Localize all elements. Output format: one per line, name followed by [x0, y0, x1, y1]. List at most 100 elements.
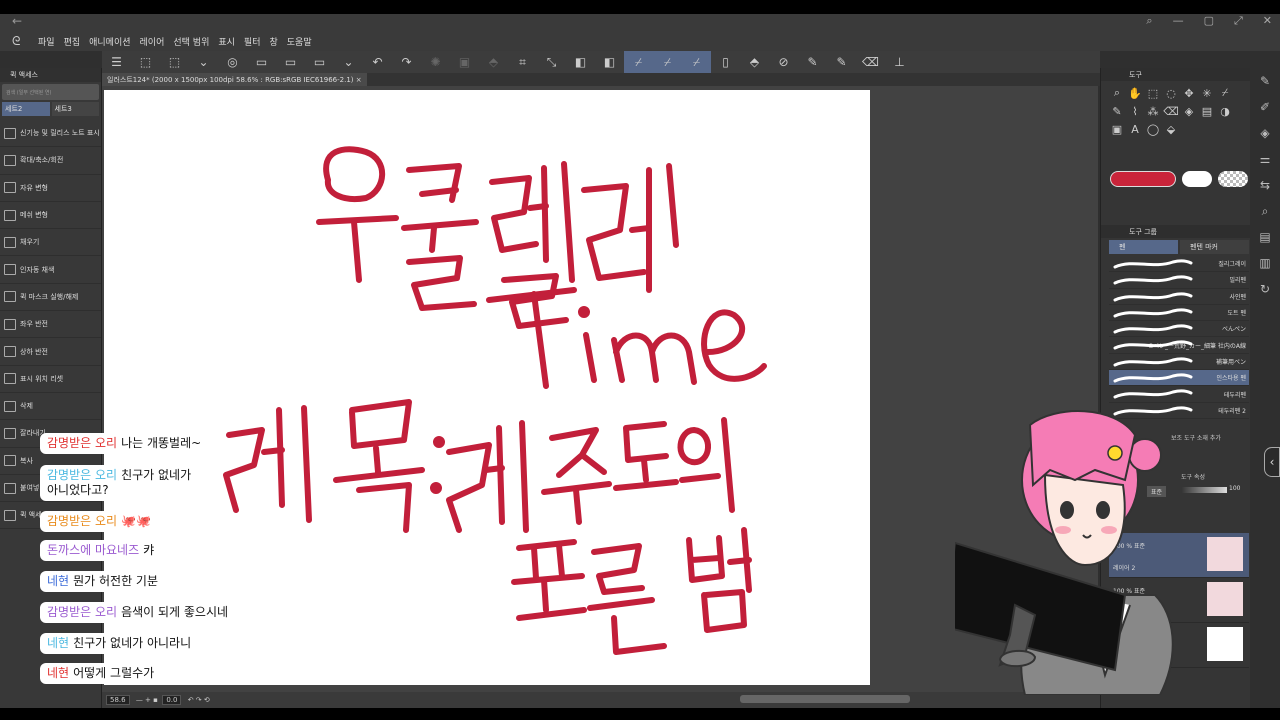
- toolbar-button-11[interactable]: ✺: [421, 51, 450, 73]
- rotate-value[interactable]: 0.0: [162, 695, 182, 705]
- toolbar-button-26[interactable]: ⌫: [856, 51, 885, 73]
- drawing-canvas[interactable]: [104, 90, 870, 685]
- toolbar-button-13[interactable]: ⬘: [479, 51, 508, 73]
- zoom-tool-icon[interactable]: ⌕: [1109, 85, 1125, 101]
- menu-window[interactable]: 창: [269, 35, 277, 48]
- quick-access-item[interactable]: 메쉬 변형: [0, 202, 101, 230]
- menu-view[interactable]: 표시: [218, 35, 235, 48]
- brush-item[interactable]: 질리그레이: [1109, 256, 1249, 273]
- zoom-value[interactable]: 58.6: [106, 695, 130, 705]
- menu-file[interactable]: 파일: [38, 35, 55, 48]
- toolbar-button-20[interactable]: ⌿: [682, 51, 711, 73]
- toolbar-button-8[interactable]: ⌄: [334, 51, 363, 73]
- settings-panel-icon[interactable]: ⚌: [1250, 146, 1280, 172]
- quick-access-item[interactable]: 퀵 마스크 실행/해제: [0, 284, 101, 312]
- hand-tool-icon[interactable]: ✋: [1127, 85, 1143, 101]
- set-tab-2[interactable]: 세트2: [2, 102, 50, 116]
- toolbar-button-17[interactable]: ◧: [595, 51, 624, 73]
- brush-item[interactable]: ベんペン: [1109, 321, 1249, 338]
- navigator-icon[interactable]: ⇆: [1250, 172, 1280, 198]
- subtab-pen[interactable]: 펜: [1109, 240, 1178, 254]
- quick-access-item[interactable]: 좌우 반전: [0, 311, 101, 339]
- quick-access-search[interactable]: 검색 (일부 선택된 연): [2, 84, 99, 100]
- toolbar-button-15[interactable]: ⤡: [537, 51, 566, 73]
- menu-animation[interactable]: 애니메이션: [89, 35, 130, 48]
- brush-item[interactable]: 補筆用ペン: [1109, 354, 1249, 371]
- figure-icon[interactable]: ▣: [1109, 121, 1125, 137]
- blend-icon[interactable]: ◑: [1217, 103, 1233, 119]
- toolbar-button-9[interactable]: ↶: [363, 51, 392, 73]
- eraser-icon[interactable]: ⌫: [1163, 103, 1179, 119]
- tab-close-icon[interactable]: ×: [356, 76, 362, 84]
- toolbar-button-12[interactable]: ▣: [450, 51, 479, 73]
- toolbar-button-18[interactable]: ⌿: [624, 51, 653, 73]
- toolbar-button-4[interactable]: ◎: [218, 51, 247, 73]
- menu-selection[interactable]: 선택 범위: [173, 35, 209, 48]
- fullscreen-icon[interactable]: ⤢: [1234, 14, 1243, 28]
- toolbar-button-3[interactable]: ⌄: [189, 51, 218, 73]
- select-tool-icon[interactable]: ⬚: [1145, 85, 1161, 101]
- auto-select-icon[interactable]: ✳: [1199, 85, 1215, 101]
- toolbar-button-10[interactable]: ↷: [392, 51, 421, 73]
- pen-tool-icon[interactable]: ✎: [1109, 103, 1125, 119]
- search-panel-icon[interactable]: ⌕: [1250, 198, 1280, 224]
- toolbar-button-27[interactable]: ⊥: [885, 51, 914, 73]
- toolbar-button-6[interactable]: ▭: [276, 51, 305, 73]
- menu-layer[interactable]: 레이어: [140, 35, 165, 48]
- toolbar-button-23[interactable]: ⊘: [769, 51, 798, 73]
- opacity-slider[interactable]: [1181, 487, 1227, 493]
- layers-panel-icon[interactable]: ◈: [1250, 120, 1280, 146]
- search-icon[interactable]: ⌕: [1146, 14, 1152, 28]
- brush-item[interactable]: Gペン_ー荒野_カー_細筆 社内のA線: [1109, 337, 1249, 354]
- quick-access-item[interactable]: 채우기: [0, 229, 101, 257]
- correction-icon[interactable]: ⬙: [1163, 121, 1179, 137]
- menu-edit[interactable]: 편집: [64, 35, 81, 48]
- move-tool-icon[interactable]: ✥: [1181, 85, 1197, 101]
- toolbar-button-1[interactable]: ⬚: [131, 51, 160, 73]
- quick-access-item[interactable]: 상하 반전: [0, 338, 101, 366]
- maximize-icon[interactable]: ▢: [1204, 14, 1214, 28]
- gradient-icon[interactable]: ▤: [1199, 103, 1215, 119]
- toolbar-button-22[interactable]: ⬘: [740, 51, 769, 73]
- sub-color-swatch[interactable]: [1182, 171, 1212, 187]
- quick-access-item[interactable]: 삭제: [0, 393, 101, 421]
- minimize-icon[interactable]: —: [1173, 14, 1184, 28]
- quick-access-item[interactable]: 인자동 채색: [0, 256, 101, 284]
- opacity-value[interactable]: 100: [1229, 485, 1240, 492]
- toolbar-button-24[interactable]: ✎: [798, 51, 827, 73]
- toolbar-button-21[interactable]: ▯: [711, 51, 740, 73]
- close-icon[interactable]: ✕: [1263, 14, 1272, 28]
- brush-item[interactable]: 도트 펜: [1109, 305, 1249, 322]
- lasso-tool-icon[interactable]: ◌: [1163, 85, 1179, 101]
- toolbar-button-2[interactable]: ⬚: [160, 51, 189, 73]
- toolbar-button-25[interactable]: ✎: [827, 51, 856, 73]
- rotate-controls[interactable]: ↶ ↷ ⟲: [185, 696, 210, 704]
- brush-tool-icon[interactable]: ⌇: [1127, 103, 1143, 119]
- eyedropper-icon[interactable]: ⌿: [1217, 85, 1233, 101]
- set-tab-3[interactable]: 세트3: [51, 102, 99, 116]
- menu-filter[interactable]: 필터: [244, 35, 261, 48]
- subtab-marker[interactable]: 펜텐 마커: [1180, 240, 1249, 254]
- main-color-swatch[interactable]: [1110, 171, 1176, 187]
- pen-panel-icon[interactable]: ✎: [1250, 68, 1280, 94]
- ruler-icon[interactable]: ↻: [1250, 276, 1280, 302]
- zoom-controls[interactable]: — + ▪: [134, 696, 163, 704]
- balloon-icon[interactable]: ◯: [1145, 121, 1161, 137]
- panel-toggle-icon[interactable]: ‹: [1264, 447, 1280, 477]
- history-icon[interactable]: ▤: [1250, 224, 1280, 250]
- transparent-swatch[interactable]: [1218, 171, 1248, 187]
- document-tab[interactable]: 일러스트124* (2000 x 1500px 100dpi 58.6% : R…: [102, 73, 367, 86]
- menu-help[interactable]: 도움말: [287, 35, 312, 48]
- material-icon[interactable]: ▥: [1250, 250, 1280, 276]
- quick-access-item[interactable]: 표시 위치 리셋: [0, 366, 101, 393]
- toolbar-button-5[interactable]: ▭: [247, 51, 276, 73]
- brush-item[interactable]: 사인펜: [1109, 289, 1249, 305]
- airbrush-icon[interactable]: ⁂: [1145, 103, 1161, 119]
- toolbar-button-16[interactable]: ◧: [566, 51, 595, 73]
- toolbar-button-19[interactable]: ⌿: [653, 51, 682, 73]
- brush-item[interactable]: 밀리펜: [1109, 272, 1249, 289]
- brush-item[interactable]: 인스타용 펜: [1109, 370, 1249, 387]
- brush-panel-icon[interactable]: ✐: [1250, 94, 1280, 120]
- fill-icon[interactable]: ◈: [1181, 103, 1197, 119]
- toolbar-button-14[interactable]: ⌗: [508, 51, 537, 73]
